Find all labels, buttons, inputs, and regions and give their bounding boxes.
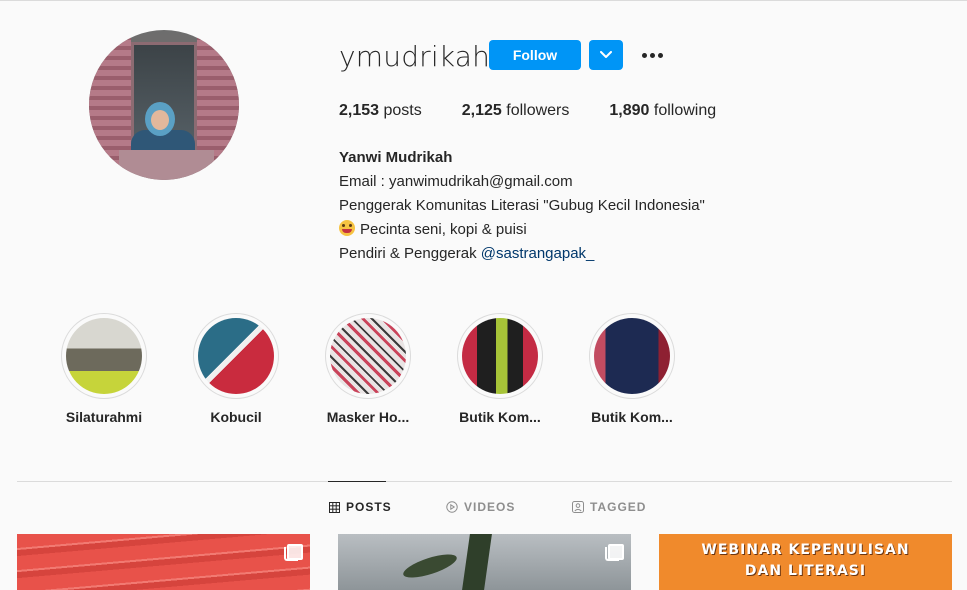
tag-icon (572, 501, 584, 513)
highlight-ring (193, 313, 279, 399)
posts-label: posts (383, 102, 422, 119)
follow-button[interactable]: Follow (489, 40, 581, 70)
highlight-label: Butik Kom... (459, 409, 541, 425)
carousel-icon (284, 544, 303, 561)
highlight-cover (594, 318, 670, 394)
tabs-divider (17, 481, 952, 482)
bio-community-line: Penggerak Komunitas Literasi "Gubug Keci… (339, 197, 705, 214)
posts-stat: 2,153 posts (339, 102, 422, 120)
following-count: 1,890 (609, 102, 650, 119)
followers-stat[interactable]: 2,125 followers (462, 102, 570, 120)
tab-posts[interactable]: POSTS (329, 500, 392, 514)
highlight-butik-1[interactable]: Butik Kom... (450, 313, 550, 425)
bio-founder-text: Pendiri & Penggerak (339, 245, 481, 262)
profile-stats: 2,153 posts 2,125 followers 1,890 follow… (339, 102, 756, 120)
bio-hobby-line: Pecinta seni, kopi & puisi (339, 218, 705, 242)
highlight-cover (198, 318, 274, 394)
highlight-cover (330, 318, 406, 394)
tab-label: VIDEOS (464, 500, 516, 514)
highlight-kobucil[interactable]: Kobucil (186, 313, 286, 425)
highlight-ring (325, 313, 411, 399)
highlight-label: Silaturahmi (65, 409, 143, 425)
following-label: following (653, 102, 717, 119)
highlight-label: Kobucil (210, 409, 262, 425)
post-banner-text: DAN LITERASI (744, 563, 867, 579)
tab-tagged[interactable]: TAGGED (572, 500, 646, 514)
play-icon (446, 501, 458, 513)
mention-link[interactable]: @sastrangapak_ (481, 245, 595, 262)
dot-icon (649, 52, 655, 58)
profile-avatar[interactable] (89, 30, 239, 180)
post-thumbnail[interactable] (17, 534, 310, 590)
carousel-icon (605, 544, 624, 561)
highlight-label: Butik Kom... (591, 409, 673, 425)
highlight-masker[interactable]: Masker Ho... (318, 313, 418, 425)
dot-icon (641, 52, 647, 58)
grid-icon (329, 501, 340, 513)
following-stat[interactable]: 1,890 following (609, 102, 716, 120)
profile-full-name: Yanwi Mudrikah (339, 149, 453, 166)
highlight-ring (589, 313, 675, 399)
followers-label: followers (506, 102, 570, 119)
profile-username: ymudrikah (339, 40, 491, 73)
bio-founder-line: Pendiri & Penggerak @sastrangapak_ (339, 242, 705, 266)
grinning-face-emoji-icon (339, 220, 355, 236)
chevron-down-icon (600, 51, 612, 58)
post-thumbnail[interactable]: WEBINAR KEPENULISAN DAN LITERASI (659, 534, 952, 590)
highlight-butik-2[interactable]: Butik Kom... (582, 313, 682, 425)
top-border (0, 0, 967, 1)
posts-count: 2,153 (339, 102, 380, 119)
highlight-ring (61, 313, 147, 399)
followers-count: 2,125 (461, 102, 502, 119)
highlight-cover (462, 318, 538, 394)
bio-email-line: Email : yanwimudrikah@gmail.com (339, 173, 573, 190)
profile-bio: Yanwi Mudrikah Email : yanwimudrikah@gma… (339, 146, 705, 266)
active-tab-indicator (328, 481, 386, 482)
tab-videos[interactable]: VIDEOS (446, 500, 515, 514)
bio-hobby-text: Pecinta seni, kopi & puisi (360, 221, 527, 238)
post-thumbnail[interactable] (338, 534, 631, 590)
highlight-cover (66, 318, 142, 394)
dot-icon (657, 52, 663, 58)
post-banner-text: WEBINAR KEPENULISAN (701, 542, 910, 558)
more-options-button[interactable] (638, 44, 666, 66)
highlight-ring (457, 313, 543, 399)
highlight-silaturahmi[interactable]: Silaturahmi (54, 313, 154, 425)
highlight-label: Masker Ho... (326, 409, 410, 425)
suggested-accounts-button[interactable] (589, 40, 623, 70)
tab-label: POSTS (346, 500, 392, 514)
tab-label: TAGGED (590, 500, 647, 514)
